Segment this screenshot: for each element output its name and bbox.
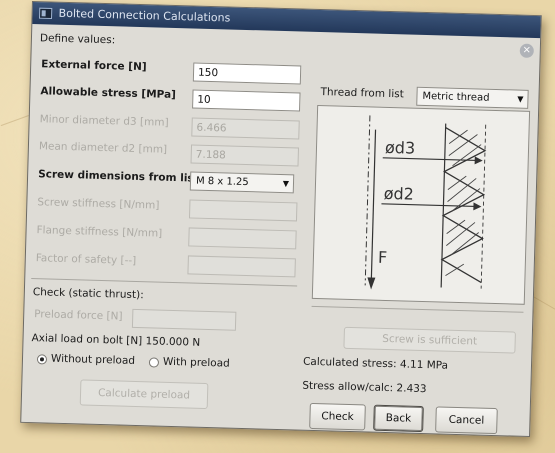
without-preload-radio[interactable] [36,354,48,365]
external-force-label: External force [N] [41,58,147,74]
preload-force-input [131,308,237,331]
thread-diagram: ød3 ød2 F [311,104,531,305]
title-bar[interactable]: Bolted Connection Calculations [32,1,541,39]
divider [311,305,524,313]
chevron-down-icon: ▼ [282,179,290,189]
thread-select[interactable]: Metric thread ▼ [416,86,529,109]
back-button[interactable]: Back [373,404,424,433]
close-icon[interactable]: × [519,43,534,58]
window-title: Bolted Connection Calculations [58,6,231,25]
minor-diameter-input: 6.466 [191,117,300,140]
thread-value: Metric thread [422,90,490,104]
screw-dimensions-value: M 8 x 1.25 [195,175,249,189]
allowable-stress-label: Allowable stress [MPa] [40,85,177,102]
app-icon [38,7,53,20]
mean-diameter-input: 7.188 [190,144,300,167]
preload-force-label: Preload force [N] [34,308,123,323]
calculate-preload-button: Calculate preload [79,379,209,410]
check-heading: Check (static thrust): [32,286,144,302]
chevron-down-icon: ▼ [517,94,524,104]
flange-stiffness-input [188,227,297,250]
with-preload-label[interactable]: With preload [163,356,230,370]
stress-ratio-text: Stress allow/calc: 2.433 [302,379,427,396]
bolted-connection-dialog: Bolted Connection Calculations × Define … [20,0,542,438]
divider [31,278,298,287]
cancel-button[interactable]: Cancel [435,406,498,435]
axial-load-text: Axial load on bolt [N] 150.000 N [31,332,201,349]
screw-dimensions-label: Screw dimensions from list [37,168,199,185]
safety-factor-label: Factor of safety [--] [35,252,137,267]
screw-dimensions-select[interactable]: M 8 x 1.25 ▼ [189,171,295,194]
mean-diameter-label: Mean diameter d2 [mm] [38,140,168,156]
force-label: F [377,247,388,267]
screw-stiffness-label: Screw stiffness [N/mm] [37,196,160,212]
d3-label: ød3 [384,137,416,158]
calculated-stress-text: Calculated stress: 4.11 MPa [302,355,449,372]
check-button[interactable]: Check [309,402,366,431]
safety-factor-input [187,255,296,278]
allowable-stress-input[interactable]: 10 [192,89,301,112]
flange-stiffness-label: Flange stiffness [N/mm] [36,224,163,240]
screw-status-button: Screw is sufficient [343,326,516,354]
background-line [0,114,30,127]
external-force-input[interactable]: 150 [192,62,302,85]
minor-diameter-label: Minor diameter d3 [mm] [39,113,169,129]
thread-label: Thread from list [320,86,404,101]
thread-drawing [364,115,487,290]
define-values-heading: Define values: [39,32,116,47]
without-preload-label[interactable]: Without preload [51,353,135,367]
with-preload-radio[interactable] [148,357,160,368]
screw-stiffness-input [188,199,298,222]
d2-label: ød2 [383,183,415,204]
